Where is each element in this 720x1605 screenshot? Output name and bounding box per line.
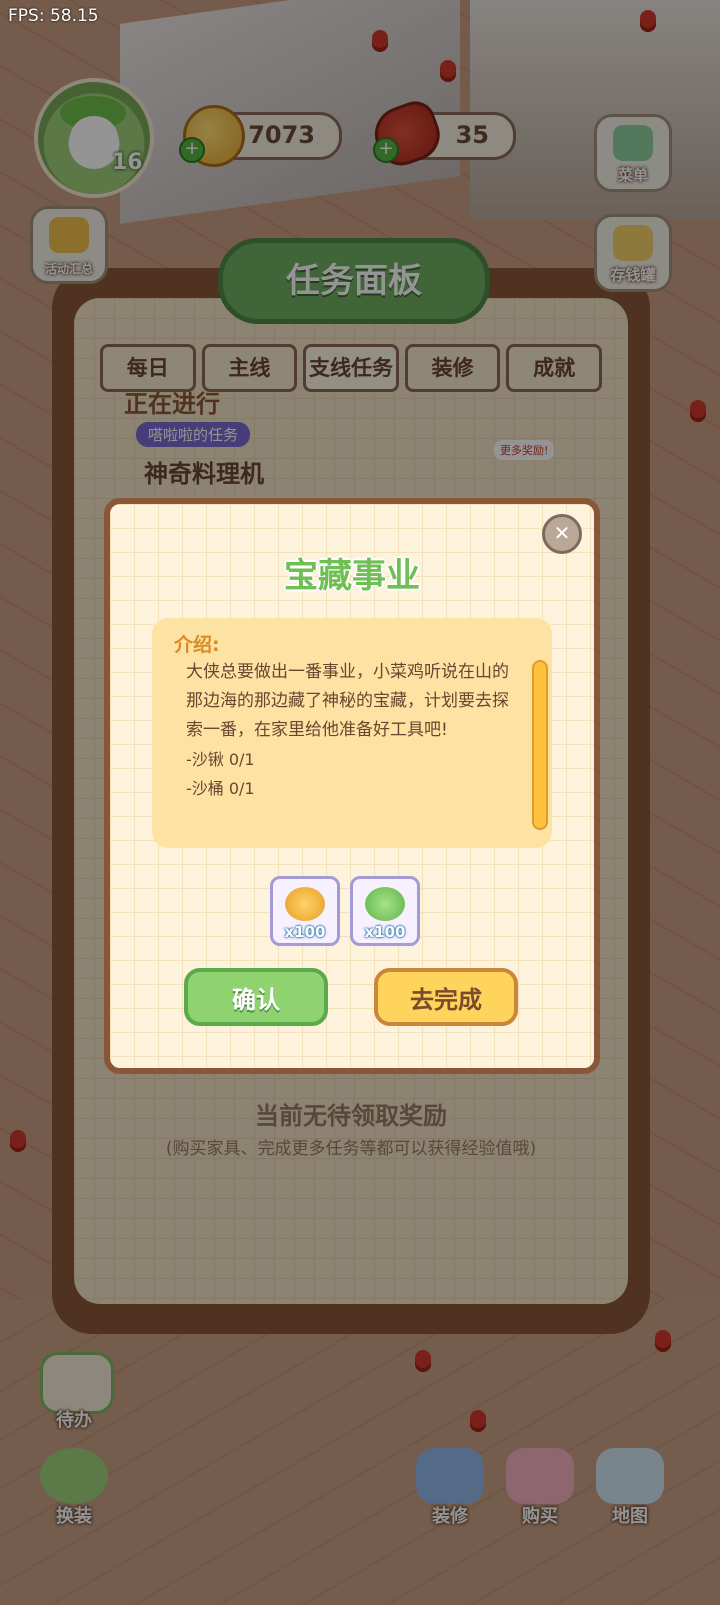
dialog-title: 宝藏事业: [284, 556, 420, 596]
requirement-item: -沙桶 0/1: [186, 779, 255, 798]
reward-item[interactable]: x100: [350, 876, 420, 946]
confirm-button[interactable]: 确认: [184, 968, 328, 1026]
requirement-item: -沙锹 0/1: [186, 750, 255, 769]
reward-item[interactable]: x100: [270, 876, 340, 946]
intro-label: 介绍:: [174, 634, 220, 656]
reward-quantity: x100: [364, 923, 406, 941]
scrollbar[interactable]: [532, 660, 548, 830]
go-complete-button[interactable]: 去完成: [374, 968, 518, 1026]
gold-coin-pile-icon: [285, 887, 325, 921]
fps-counter: FPS: 58.15: [8, 6, 99, 26]
green-exp-icon: [365, 887, 405, 921]
quest-detail-dialog: ✕ 宝藏事业 介绍: 大侠总要做出一番事业，小菜鸡听说在山的那边海的那边藏了神秘…: [104, 498, 600, 1074]
description-paragraph: 大侠总要做出一番事业，小菜鸡听说在山的那边海的那边藏了神秘的宝藏，计划要去探索一…: [186, 662, 509, 740]
description-box: 介绍: 大侠总要做出一番事业，小菜鸡听说在山的那边海的那边藏了神秘的宝藏，计划要…: [152, 618, 552, 848]
reward-quantity: x100: [284, 923, 326, 941]
description-text: 大侠总要做出一番事业，小菜鸡听说在山的那边海的那边藏了神秘的宝藏，计划要去探索一…: [186, 658, 518, 803]
